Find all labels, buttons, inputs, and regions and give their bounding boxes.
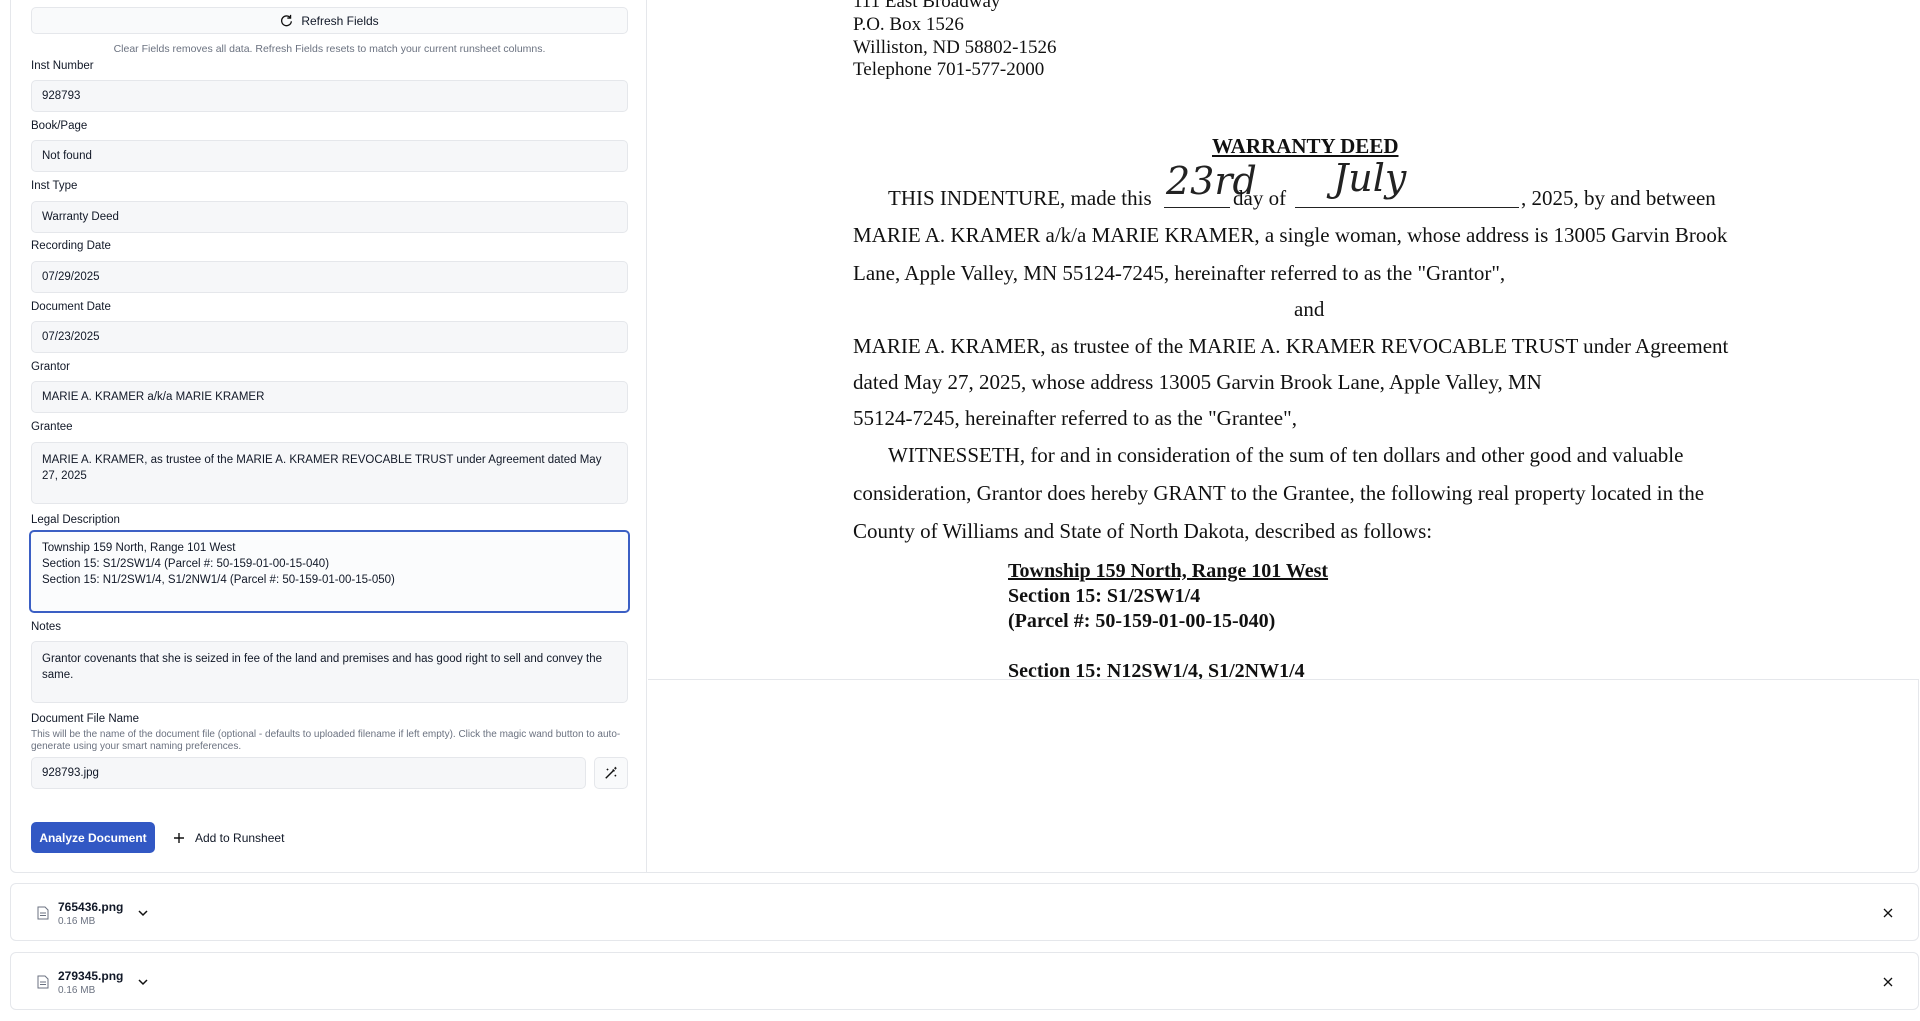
deed-body-line: MARIE A. KRAMER, as trustee of the MARIE… <box>853 334 1729 358</box>
recording-date-input[interactable]: 07/29/2025 <box>31 261 628 293</box>
file-name-help: This will be the name of the document fi… <box>31 729 621 752</box>
legal-line: Section 15: N12SW1/4, S1/2NW1/4 <box>1008 660 1305 680</box>
add-to-runsheet-label: Add to Runsheet <box>195 830 285 845</box>
file-list-item[interactable]: 765436.png 0.16 MB <box>10 883 1919 941</box>
plus-icon <box>174 832 184 843</box>
file-list-item[interactable]: 279345.png 0.16 MB <box>10 952 1919 1010</box>
book-page-input[interactable]: Not found <box>31 140 628 172</box>
notes-textarea[interactable]: Grantor covenants that she is seized in … <box>31 641 628 703</box>
magic-wand-button[interactable] <box>594 757 628 789</box>
chevron-down-icon[interactable] <box>137 976 149 988</box>
address-line: 111 East Broadway <box>853 0 1001 12</box>
legal-line: Township 159 North, Range 101 West <box>1008 560 1329 582</box>
deed-body-line: Lane, Apple Valley, MN 55124-7245, herei… <box>853 261 1506 285</box>
refresh-fields-label: Refresh Fields <box>301 13 379 28</box>
address-line: P.O. Box 1526 <box>853 14 964 35</box>
close-icon[interactable] <box>1882 907 1894 919</box>
file-name-label: Document File Name <box>31 713 140 725</box>
document-preview: 111 East Broadway P.O. Box 1526 Willisto… <box>648 0 1919 872</box>
deed-body-line: 55124-7245, hereinafter referred to as t… <box>853 406 1297 430</box>
refresh-fields-button[interactable]: Refresh Fields <box>31 7 628 34</box>
close-icon[interactable] <box>1882 976 1894 988</box>
file-name-input[interactable]: 928793.jpg <box>31 757 586 789</box>
deed-body-line: consideration, Grantor does hereby GRANT… <box>853 481 1705 505</box>
document-date-input[interactable]: 07/23/2025 <box>31 321 628 353</box>
recording-date-label: Recording Date <box>31 240 111 252</box>
metadata-form: Refresh Fields Clear Fields removes all … <box>11 0 647 872</box>
legal-description-textarea[interactable]: Township 159 North, Range 101 West Secti… <box>29 530 630 613</box>
legal-line: Section 15: S1/2SW1/4 <box>1008 585 1201 607</box>
magic-wand-icon <box>605 766 617 779</box>
handwritten-month: July <box>1333 156 1407 200</box>
legal-line: (Parcel #: 50-159-01-00-15-040) <box>1008 610 1276 632</box>
address-line: Williston, ND 58802-1526 <box>853 37 1057 58</box>
deed-body-line: dated May 27, 2025, whose address 13005 … <box>853 370 1542 394</box>
grantor-label: Grantor <box>31 361 70 373</box>
book-page-label: Book/Page <box>31 120 88 132</box>
chevron-down-icon[interactable] <box>137 907 149 919</box>
file-icon <box>37 906 49 920</box>
refresh-icon <box>281 14 293 27</box>
deed-body-line: MARIE A. KRAMER a/k/a MARIE KRAMER, a si… <box>853 223 1728 247</box>
inst-number-input[interactable]: 928793 <box>31 80 628 112</box>
deed-body-line: County of Williams and State of North Da… <box>853 519 1433 543</box>
document-date-label: Document Date <box>31 301 111 313</box>
file-size: 0.16 MB <box>58 916 96 927</box>
inst-number-label: Inst Number <box>31 60 94 72</box>
deed-body-line: and <box>1294 297 1325 321</box>
grantee-label: Grantee <box>31 421 73 433</box>
notes-label: Notes <box>31 621 62 633</box>
add-to-runsheet-button[interactable]: Add to Runsheet <box>173 822 284 853</box>
month-underline <box>1295 207 1519 208</box>
legal-description-label: Legal Description <box>31 514 120 526</box>
indenture-line-start: THIS INDENTURE, made this <box>888 186 1152 210</box>
deed-body-line: WITNESSETH, for and in consideration of … <box>888 443 1684 467</box>
file-name: 765436.png <box>58 900 124 914</box>
document-editor-panel: Refresh Fields Clear Fields removes all … <box>10 0 1919 873</box>
file-icon <box>37 975 49 989</box>
day-underline <box>1164 207 1230 208</box>
address-line: Telephone 701-577-2000 <box>853 59 1045 80</box>
indenture-line-end: , 2025, by and between <box>1521 186 1716 210</box>
file-size: 0.16 MB <box>58 985 96 996</box>
file-name: 279345.png <box>58 969 124 983</box>
grantor-input[interactable]: MARIE A. KRAMER a/k/a MARIE KRAMER <box>31 381 628 413</box>
grantee-textarea[interactable]: MARIE A. KRAMER, as trustee of the MARIE… <box>31 442 628 504</box>
indenture-line-mid: day of <box>1233 186 1287 210</box>
fields-help-text: Clear Fields removes all data. Refresh F… <box>113 43 546 55</box>
analyze-document-button[interactable]: Analyze Document <box>31 822 155 853</box>
inst-type-label: Inst Type <box>31 180 78 192</box>
deed-image[interactable]: 111 East Broadway P.O. Box 1526 Willisto… <box>648 0 1919 680</box>
inst-type-input[interactable]: Warranty Deed <box>31 201 628 233</box>
